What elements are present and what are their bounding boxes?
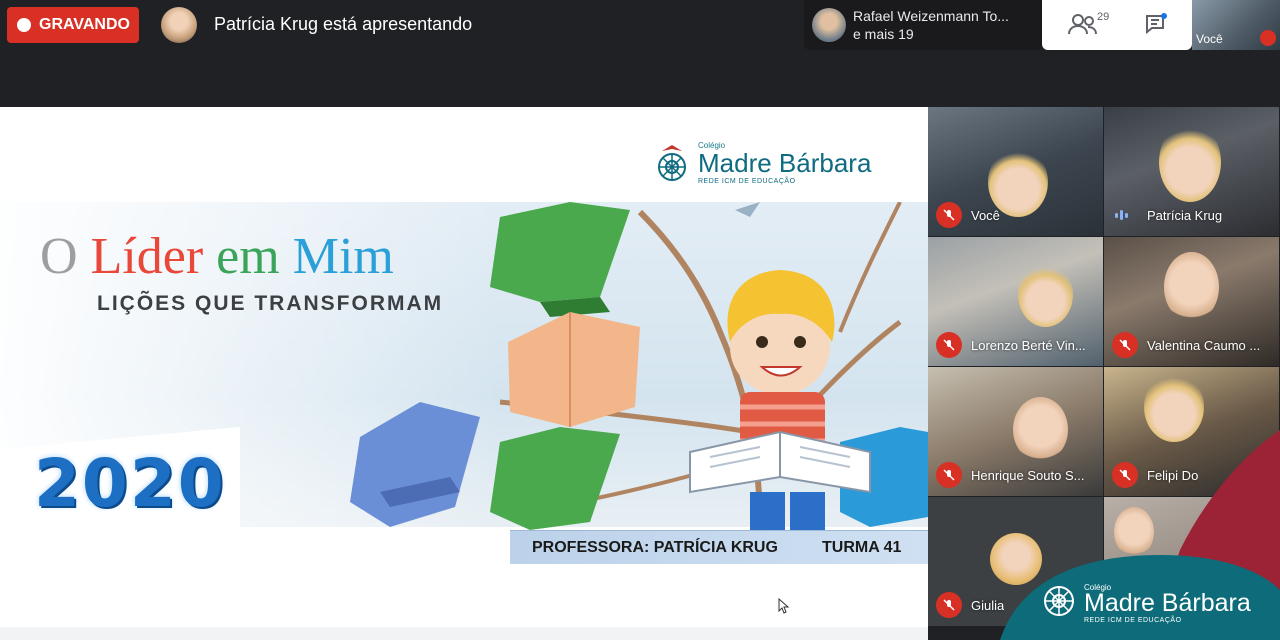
participants-preview[interactable]: Rafael Weizenmann To... e mais 19 (804, 0, 1042, 50)
people-icon[interactable] (1068, 12, 1098, 38)
logo-main-text: Madre Bárbara (698, 148, 872, 178)
participant-more: e mais 19 (853, 26, 914, 42)
meeting-top-bar: GRAVANDO Patrícia Krug está apresentando… (0, 0, 1280, 107)
participant-name: Rafael Weizenmann To... (853, 8, 1009, 24)
self-view-thumbnail[interactable]: Você (1192, 0, 1280, 50)
participant-name: Você (971, 208, 1000, 223)
chat-icon[interactable] (1144, 12, 1168, 36)
tree-books-illustration (350, 202, 928, 530)
record-dot-icon (17, 18, 31, 32)
slide-footer-bar: PROFESSORA: PATRÍCIA KRUG TURMA 41 (510, 530, 928, 564)
teacher-label: PROFESSORA: PATRÍCIA KRUG (532, 539, 778, 556)
school-emblem-icon (658, 145, 686, 181)
meeting-controls-panel: 29 (1042, 0, 1192, 50)
presenting-text: Patrícia Krug está apresentando (214, 14, 473, 34)
participant-name: Patrícia Krug (1147, 208, 1223, 223)
title-em: em (216, 228, 280, 285)
logo-sub-text: REDE ICM DE EDUCAÇÃO (698, 178, 796, 185)
participant-video (1018, 262, 1073, 327)
participant-name: Lorenzo Berté Vin... (971, 338, 1086, 353)
muted-mic-icon (1260, 30, 1276, 46)
participant-tile[interactable]: Valentina Caumo ... (1104, 237, 1279, 366)
muted-mic-icon (936, 462, 962, 488)
participant-tile[interactable]: Patrícia Krug (1104, 107, 1279, 236)
slide-year: 2020 (34, 445, 226, 522)
participant-video (988, 147, 1048, 217)
recording-label: GRAVANDO (39, 16, 130, 33)
muted-mic-icon (1112, 332, 1138, 358)
title-lider: Líder (90, 228, 204, 285)
brand-sub-text: REDE ICM DE EDUCAÇÃO (1084, 617, 1182, 624)
school-logo: Colégio Madre Bárbara REDE ICM DE EDUCAÇ… (652, 137, 882, 189)
presenter-avatar (161, 7, 197, 43)
participant-tile[interactable]: Você (928, 107, 1103, 236)
slide-bottom-strip (0, 627, 928, 640)
muted-mic-icon (936, 202, 962, 228)
muted-mic-icon (936, 332, 962, 358)
self-label: Você (1196, 32, 1223, 46)
brand-logo: Colégio Madre Bárbara REDE ICM DE EDUCAÇ… (1040, 575, 1280, 630)
recording-badge[interactable]: GRAVANDO (7, 7, 139, 43)
title-o: O (40, 228, 78, 285)
muted-mic-icon (936, 592, 962, 618)
participant-name: Valentina Caumo ... (1147, 338, 1261, 353)
participant-video (1159, 122, 1221, 202)
class-label: TURMA 41 (822, 539, 902, 556)
speaking-indicator-icon (1115, 210, 1128, 220)
brand-main-text: Madre Bárbara (1084, 589, 1251, 617)
mouse-cursor-icon (778, 598, 790, 614)
participant-tile[interactable]: Lorenzo Berté Vin... (928, 237, 1103, 366)
participant-video (1164, 252, 1219, 322)
participant-count: 29 (1097, 11, 1110, 23)
presentation-slide: Colégio Madre Bárbara REDE ICM DE EDUCAÇ… (0, 107, 928, 627)
participant-avatar (812, 8, 846, 42)
brand-emblem-icon (1044, 586, 1074, 616)
